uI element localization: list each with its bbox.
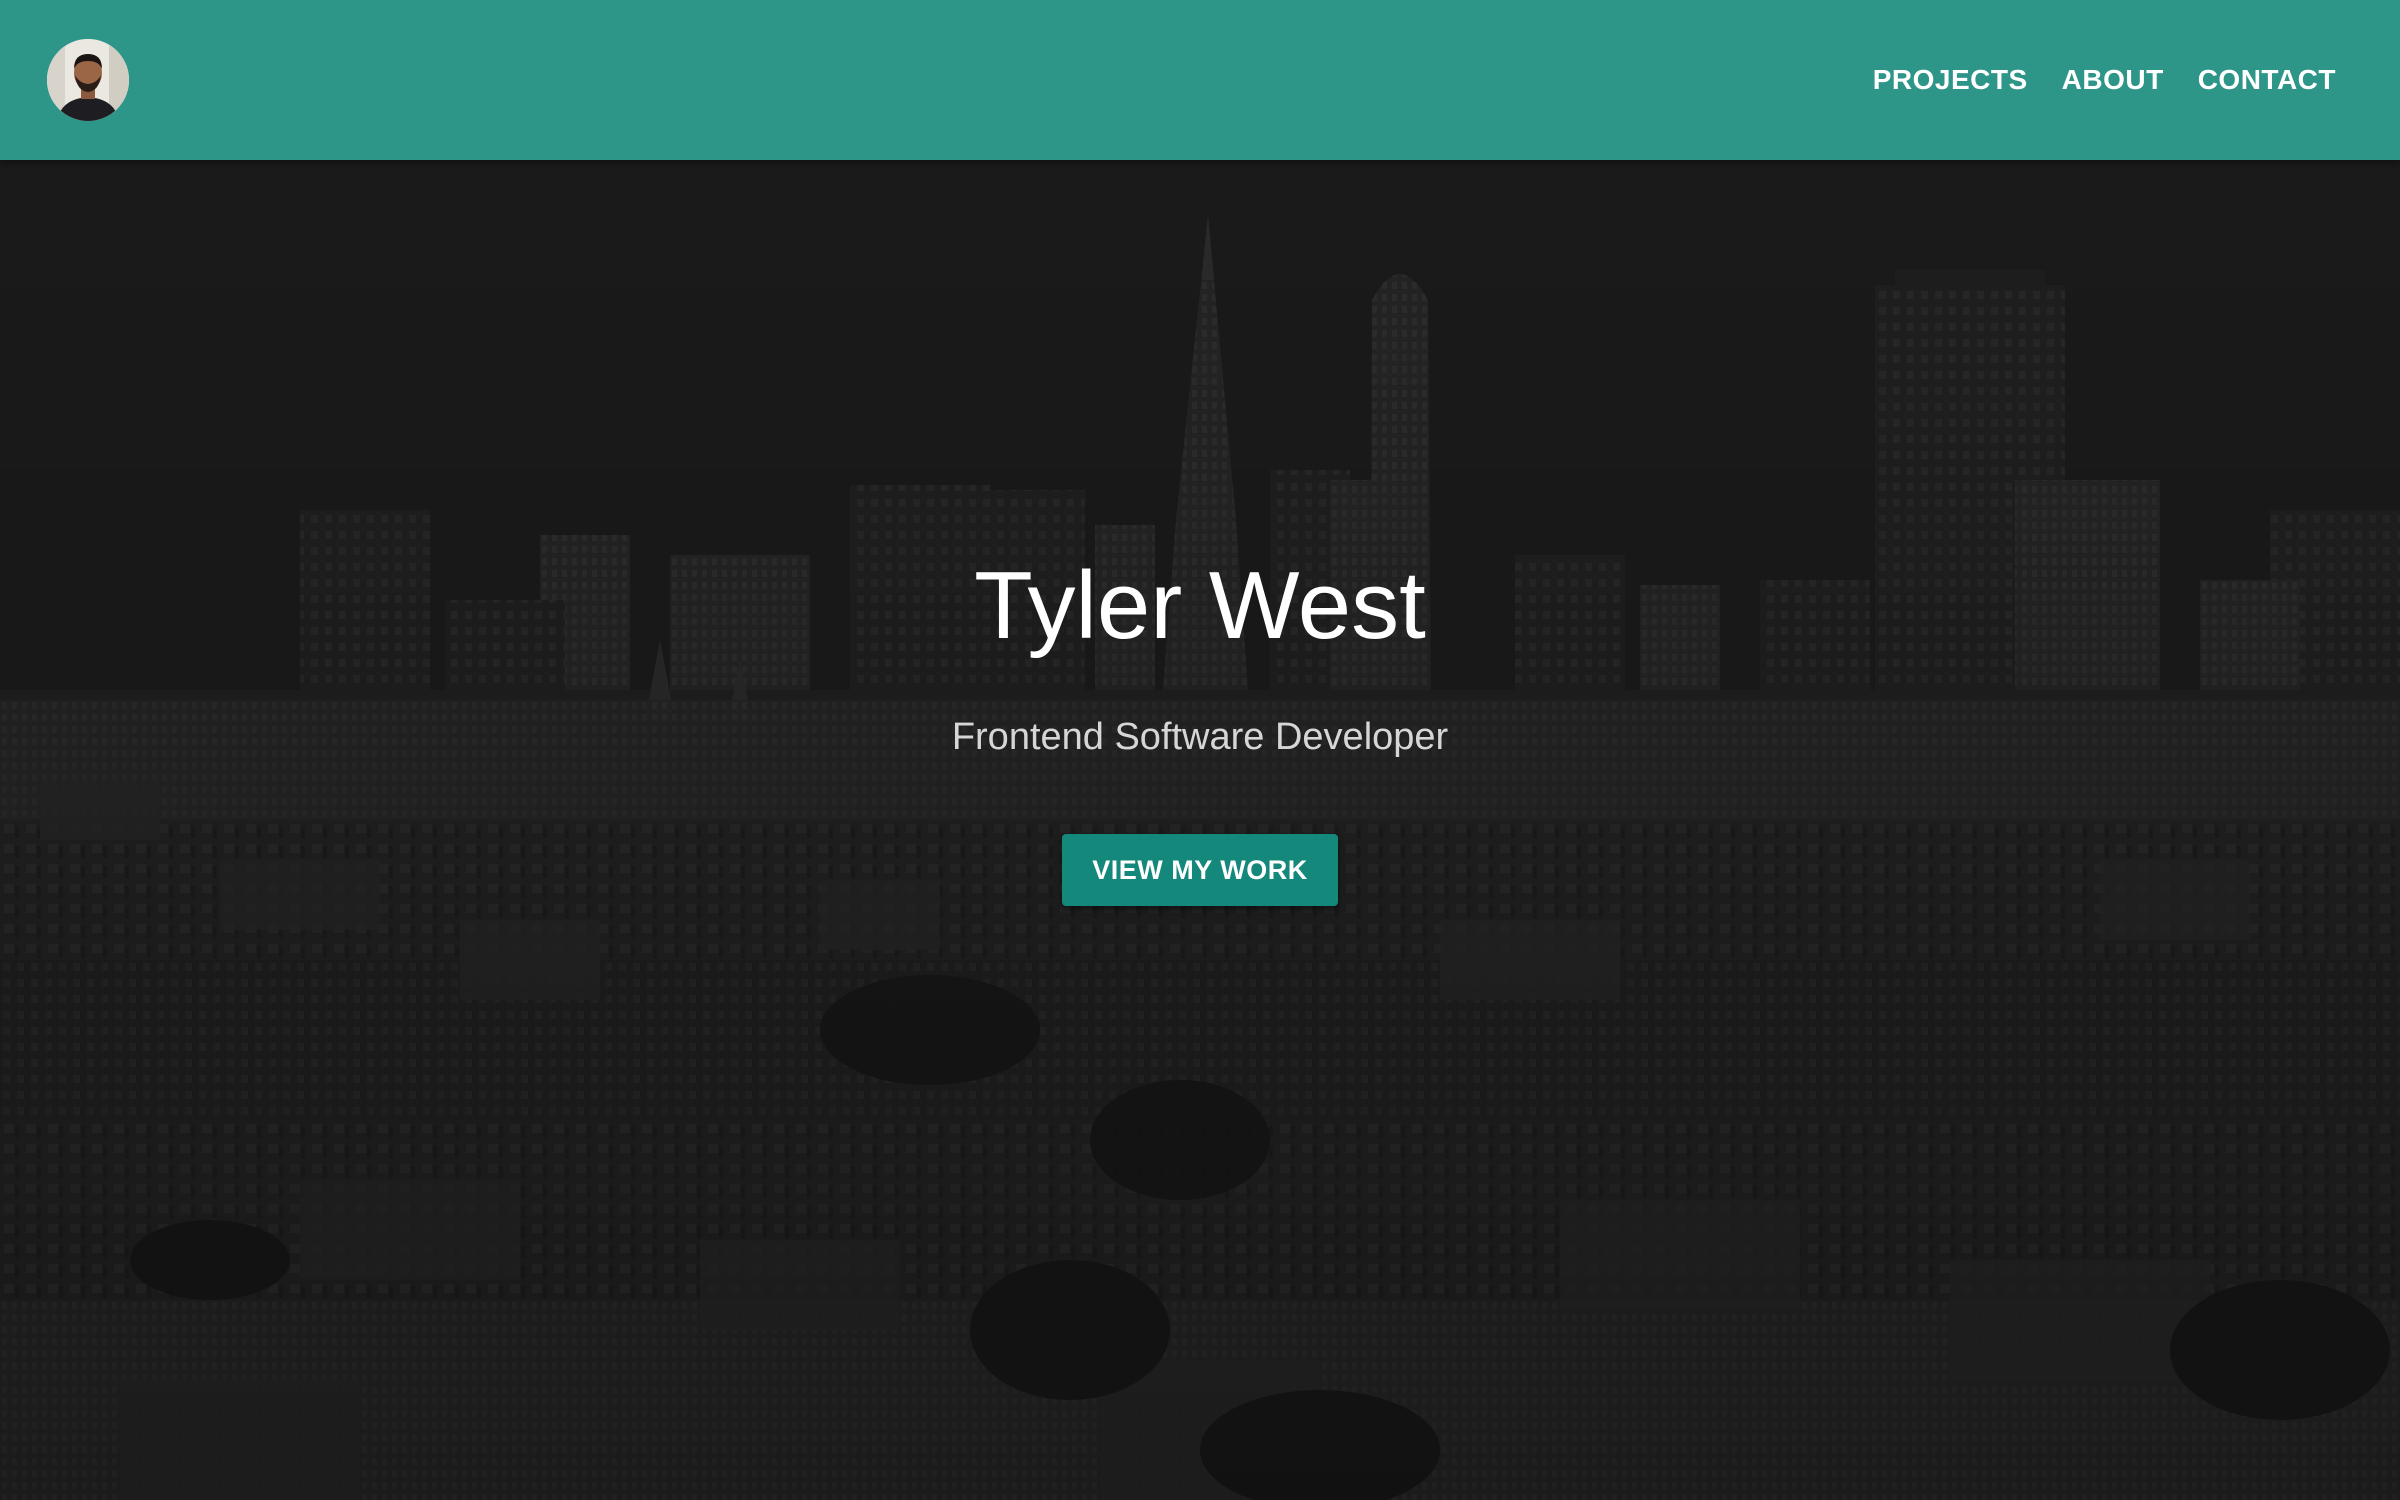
- hero-title: Tyler West: [974, 552, 1426, 659]
- top-navbar: PROJECTS ABOUT CONTACT: [0, 0, 2400, 160]
- hero-content: Tyler West Frontend Software Developer V…: [0, 160, 2400, 1500]
- view-my-work-button[interactable]: VIEW MY WORK: [1062, 834, 1338, 906]
- hero-section: Tyler West Frontend Software Developer V…: [0, 160, 2400, 1500]
- nav-link-about[interactable]: ABOUT: [2062, 64, 2164, 96]
- avatar[interactable]: [47, 39, 129, 121]
- main-nav: PROJECTS ABOUT CONTACT: [1873, 0, 2336, 160]
- profile-photo-icon: [47, 39, 129, 121]
- nav-link-projects[interactable]: PROJECTS: [1873, 64, 2028, 96]
- hero-subtitle: Frontend Software Developer: [951, 716, 1449, 758]
- nav-link-contact[interactable]: CONTACT: [2198, 64, 2336, 96]
